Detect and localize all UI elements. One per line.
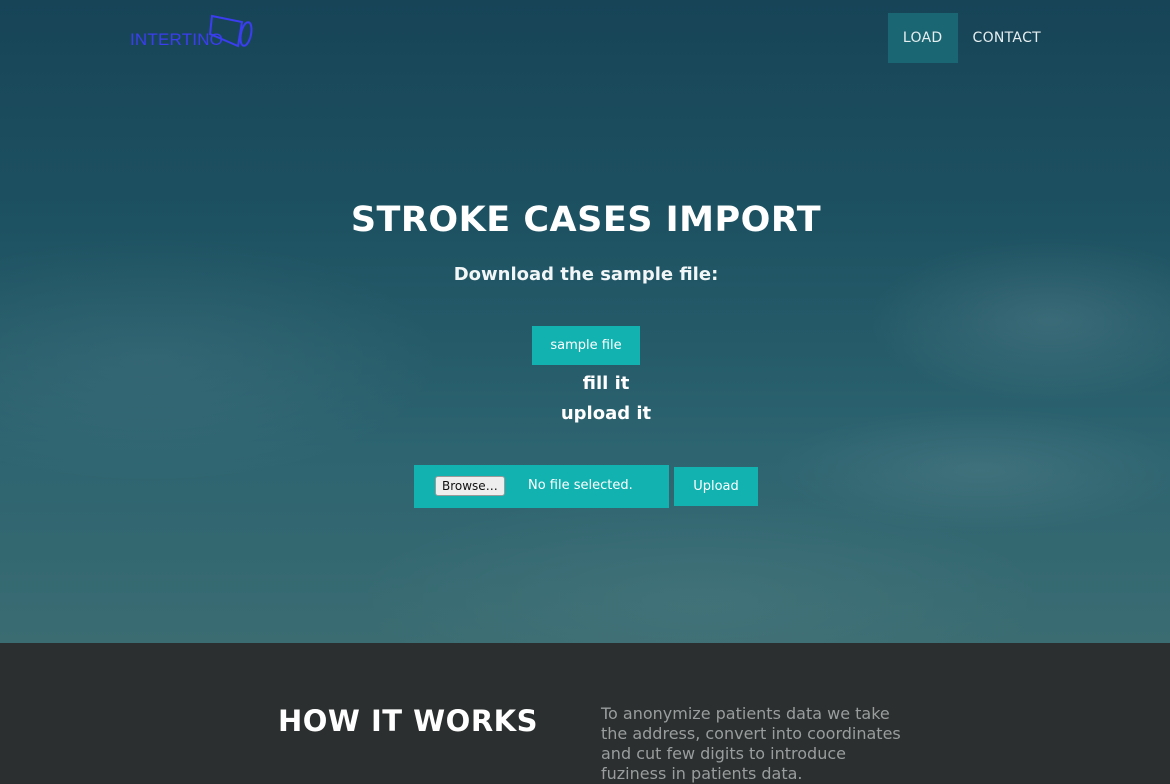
upload-button[interactable]: Upload (674, 467, 758, 506)
step-upload-text: upload it (560, 403, 652, 424)
logo-cup-icon (208, 14, 253, 48)
how-it-works-title: HOW IT WORKS (278, 704, 539, 738)
main-nav: LOAD CONTACT (887, 13, 1057, 63)
nav-contact[interactable]: CONTACT (958, 13, 1057, 63)
file-status-text: No file selected. (528, 478, 633, 493)
browse-button[interactable]: Browse… (435, 476, 505, 496)
how-it-works-text: To anonymize patients data we take the a… (601, 704, 901, 783)
download-instruction: Download the sample file: (453, 264, 719, 285)
step-fill-text: fill it (582, 373, 630, 394)
nav-load[interactable]: LOAD (887, 13, 958, 63)
how-it-works-section: HOW IT WORKS To anonymize patients data … (0, 643, 1170, 783)
logo[interactable]: INTERTINO (130, 12, 255, 52)
hero-background (0, 0, 1170, 643)
page-title: STROKE CASES IMPORT (350, 200, 822, 240)
file-input[interactable]: Browse… No file selected. (414, 465, 669, 508)
hero-section: INTERTINO LOAD CONTACT STROKE CASES IMPO… (0, 0, 1170, 643)
sample-file-button[interactable]: sample file (532, 326, 640, 365)
